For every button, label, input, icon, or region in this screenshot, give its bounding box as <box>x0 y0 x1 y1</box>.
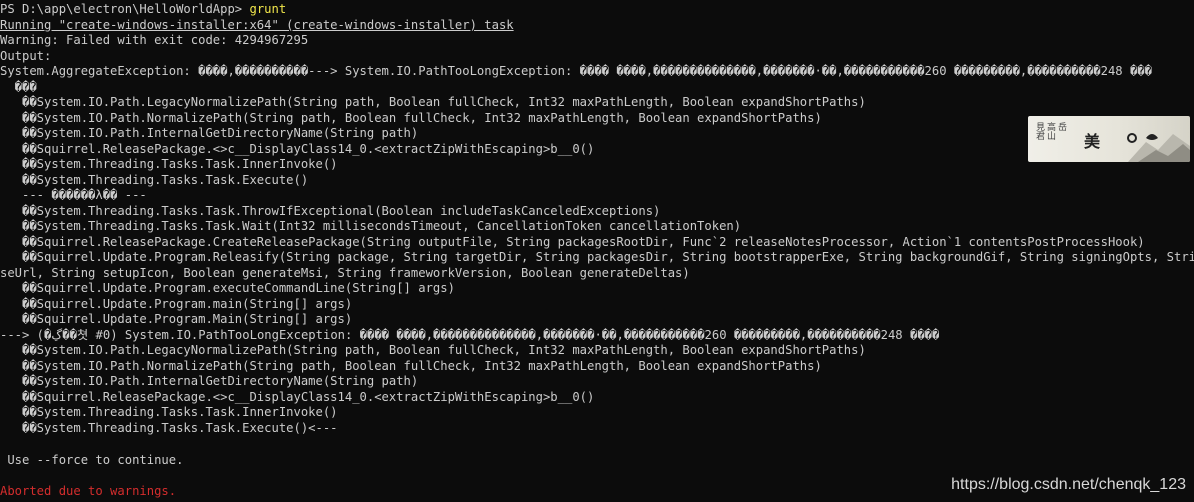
stack-line: ��System.IO.Path.InternalGetDirectoryNam… <box>0 126 419 140</box>
stack-line: ��System.Threading.Tasks.Task.InnerInvok… <box>0 405 338 419</box>
stack-line: ��System.IO.Path.LegacyNormalizePath(Str… <box>0 343 866 357</box>
prompt: PS D:\app\electron\HelloWorldApp> <box>0 2 250 16</box>
decorative-banner: 見君 高山 岳 美 <box>1028 116 1190 162</box>
stack-line: ��System.Threading.Tasks.Task.Wait(Int32… <box>0 219 742 233</box>
watermark: https://blog.csdn.net/chenqk_123 <box>951 476 1186 493</box>
stack-line: ��Squirrel.ReleasePackage.<>c__DisplayCl… <box>0 389 595 404</box>
stack-line: ��Squirrel.ReleasePackage.CreateReleaseP… <box>0 234 1145 249</box>
banner-text-c: 岳 <box>1056 122 1066 131</box>
banner-text-a: 見君 <box>1034 122 1044 140</box>
warning-line: Warning: Failed with exit code: 42949672… <box>0 33 309 47</box>
banner-center-text: 美 <box>1084 132 1101 151</box>
stack-line: ��System.Threading.Tasks.Task.ThrowIfExc… <box>0 203 661 218</box>
banner-text-b: 高山 <box>1045 122 1055 140</box>
stack-line: ��System.IO.Path.InternalGetDirectoryNam… <box>0 374 419 388</box>
terminal-window[interactable]: PS D:\app\electron\HelloWorldApp> grunt … <box>0 0 1194 502</box>
running-task-line: Running "create-windows-installer:x64" (… <box>0 17 514 32</box>
stack-line: ��� <box>0 79 37 94</box>
inner-exception-line: ---> (�ڲ��쳣 #0) System.IO.PathTooLongExc… <box>0 327 940 342</box>
stack-line: ��System.Threading.Tasks.Task.InnerInvok… <box>0 157 338 171</box>
stack-separator-line: --- ������λ�� --- <box>0 188 147 202</box>
stack-line: ��Squirrel.Update.Program.executeCommand… <box>0 281 455 295</box>
prompt-line: PS D:\app\electron\HelloWorldApp> grunt <box>0 2 286 18</box>
stack-line: System.AggregateException: ����,��������… <box>0 64 1152 78</box>
stack-line: ��System.IO.Path.NormalizePath(String pa… <box>0 110 822 125</box>
stack-line: ��Squirrel.Update.Program.main(String[] … <box>0 296 353 311</box>
aborted-message: Aborted due to warnings. <box>0 484 177 498</box>
command: grunt <box>249 2 287 16</box>
stack-line: ��System.Threading.Tasks.Task.Execute()<… <box>0 420 338 435</box>
stack-line: ��System.Threading.Tasks.Task.Execute() <box>0 172 309 187</box>
force-hint: Use --force to continue. <box>0 453 184 467</box>
stack-line: ��System.IO.Path.NormalizePath(String pa… <box>0 358 822 373</box>
stack-line: ��Squirrel.Update.Program.Releasify(Stri… <box>0 250 1194 264</box>
stack-line: seUrl, String setupIcon, Boolean generat… <box>0 265 690 280</box>
output-label: Output: <box>0 48 52 63</box>
stack-line: ��System.IO.Path.LegacyNormalizePath(Str… <box>0 95 866 109</box>
stack-line: ��Squirrel.Update.Program.Main(String[] … <box>0 312 353 326</box>
stack-line: ��Squirrel.ReleasePackage.<>c__DisplayCl… <box>0 141 595 156</box>
